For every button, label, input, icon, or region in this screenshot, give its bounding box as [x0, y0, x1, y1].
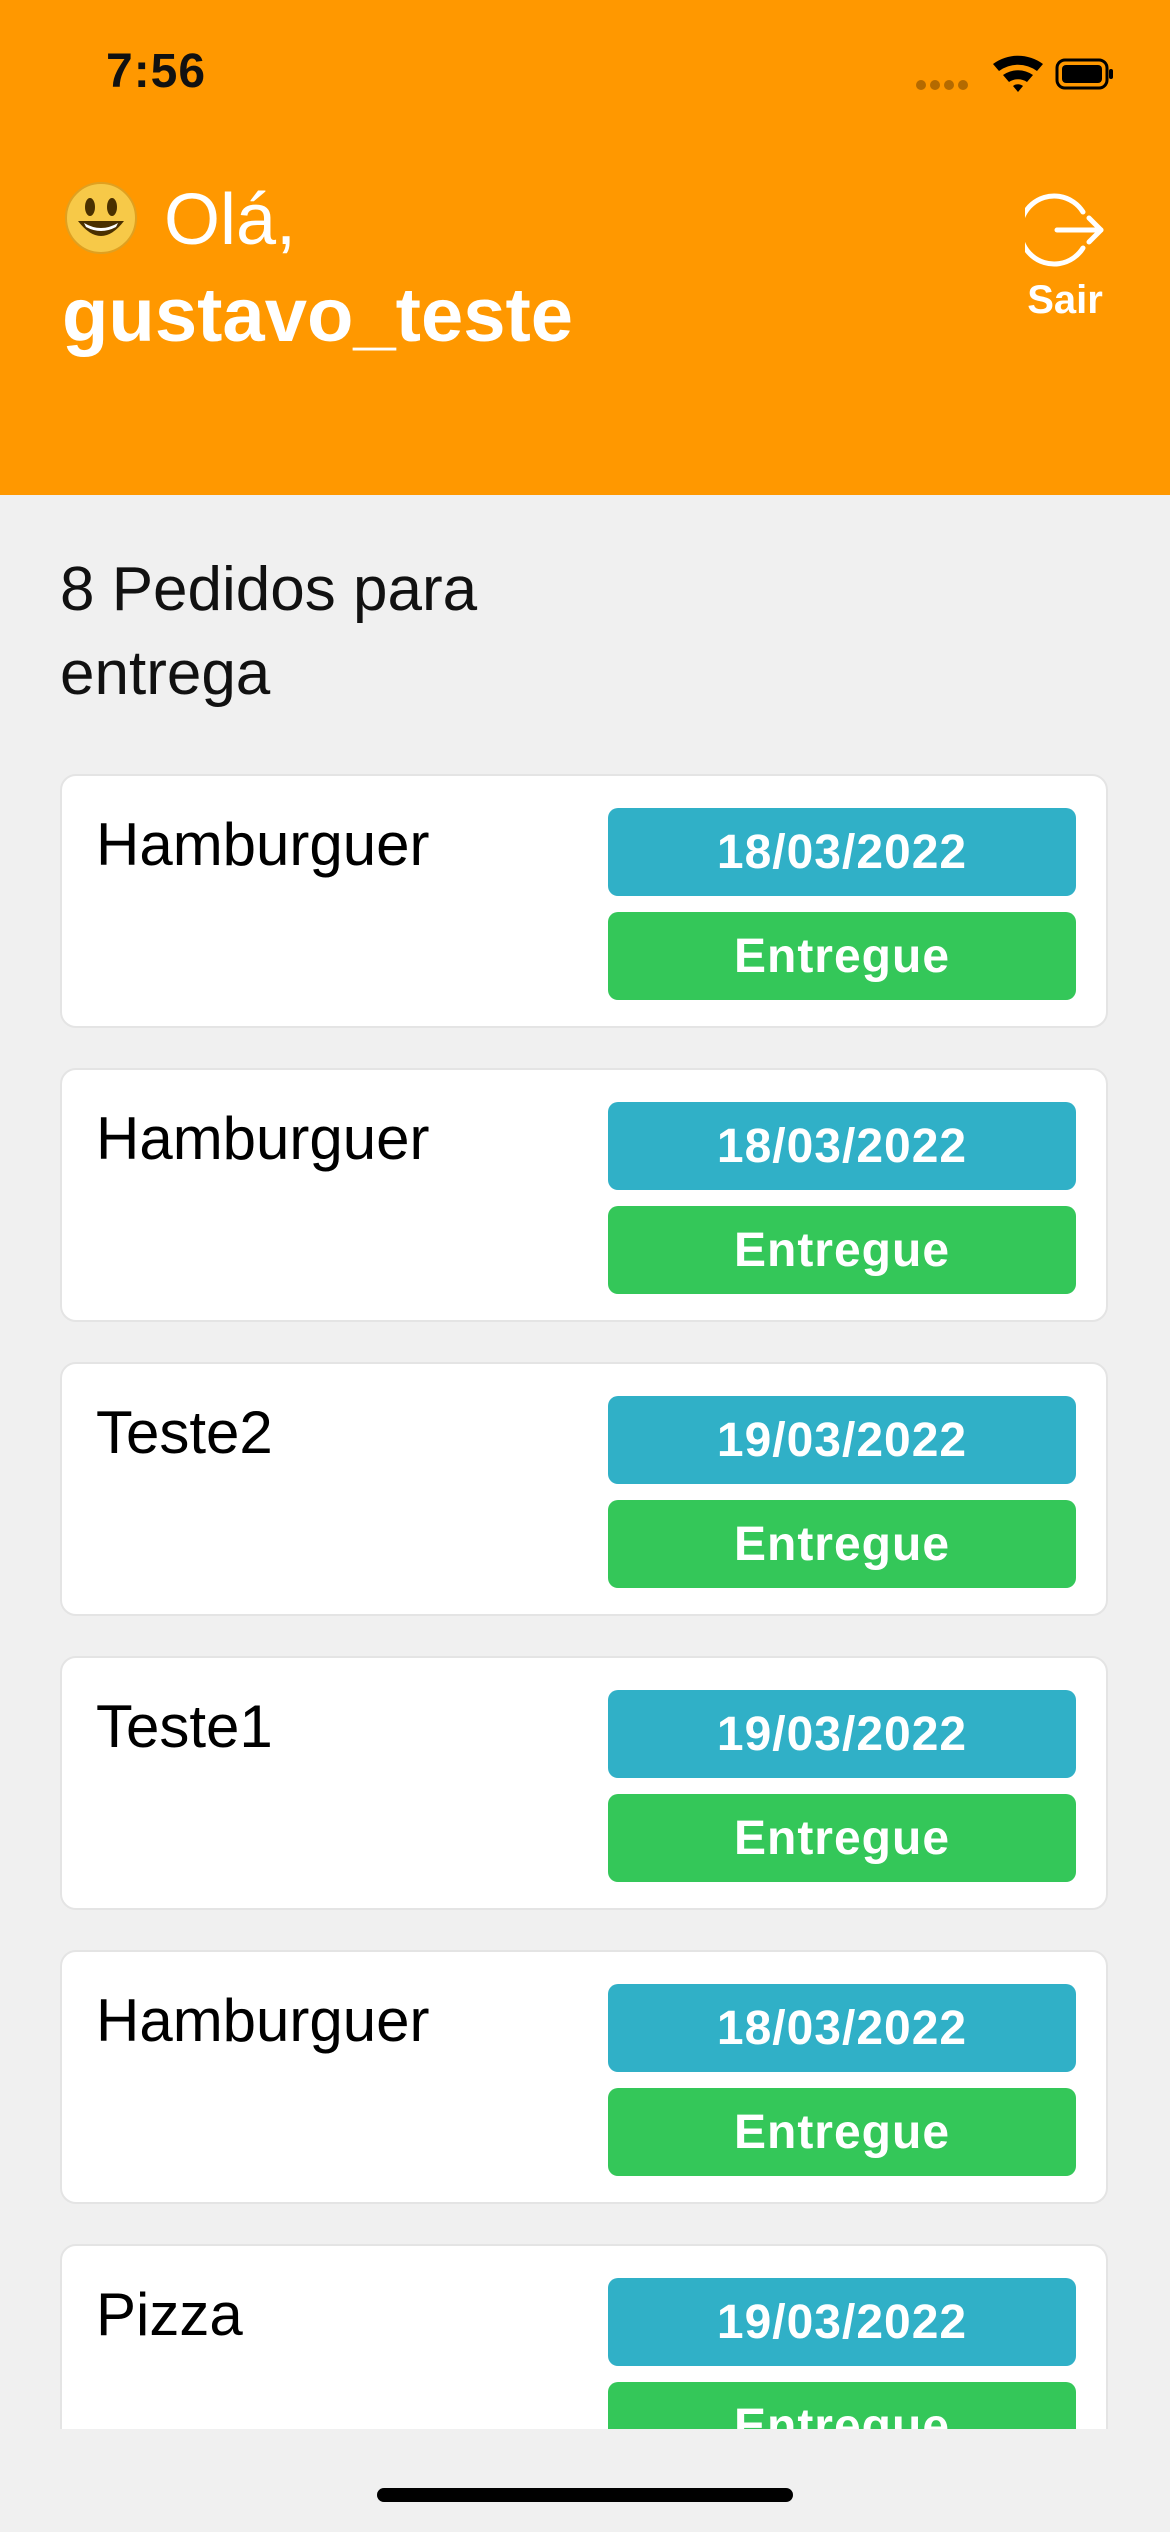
order-name: Teste2: [96, 1399, 273, 1466]
order-name: Hamburguer: [96, 1987, 430, 2054]
order-status-badge: Entregue: [608, 2088, 1076, 2176]
cellular-signal-icon: [916, 80, 968, 90]
order-card[interactable]: Hamburguer 18/03/2022 Entregue: [60, 1950, 1108, 2204]
logout-button[interactable]: Sair: [1010, 190, 1120, 323]
battery-icon: [1055, 58, 1113, 90]
logout-label: Sair: [1027, 278, 1103, 322]
order-date-badge: 19/03/2022: [608, 2278, 1076, 2366]
status-icons: [915, 50, 1115, 96]
order-status-badge: Entregue: [608, 1206, 1076, 1294]
order-name: Teste1: [96, 1693, 273, 1760]
order-date-badge: 18/03/2022: [608, 1102, 1076, 1190]
order-card[interactable]: Teste1 19/03/2022 Entregue: [60, 1656, 1108, 1910]
home-indicator[interactable]: [377, 2488, 793, 2502]
order-name: Hamburguer: [96, 811, 430, 878]
order-status-badge: Entregue: [608, 912, 1076, 1000]
order-date-badge: 18/03/2022: [608, 1984, 1076, 2072]
orders-count-title: 8 Pedidos para entrega: [60, 555, 478, 708]
order-status-badge: Entregue: [608, 1794, 1076, 1882]
greeting-text: Olá,: [164, 180, 297, 260]
order-card[interactable]: Hamburguer 18/03/2022 Entregue: [60, 1068, 1108, 1322]
order-name: Pizza: [96, 2281, 243, 2348]
order-date-badge: 19/03/2022: [608, 1396, 1076, 1484]
order-card[interactable]: Teste2 19/03/2022 Entregue: [60, 1362, 1108, 1616]
order-date-badge: 19/03/2022: [608, 1690, 1076, 1778]
smiley-emoji-icon: [65, 182, 137, 254]
status-time: 7:56: [106, 45, 207, 98]
greeting: Olá,: [64, 180, 296, 260]
wifi-icon: [993, 55, 1043, 92]
order-card[interactable]: Hamburguer 18/03/2022 Entregue: [60, 774, 1108, 1028]
order-name: Hamburguer: [96, 1105, 430, 1172]
order-status-badge: Entregue: [608, 2382, 1076, 2429]
orders-list[interactable]: Hamburguer 18/03/2022 Entregue Hamburgue…: [0, 774, 1170, 2429]
order-card[interactable]: Pizza 19/03/2022 Entregue: [60, 2244, 1108, 2429]
order-date-badge: 18/03/2022: [608, 808, 1076, 896]
order-status-badge: Entregue: [608, 1500, 1076, 1588]
header: 7:56 Olá, gustavo_teste Sair: [0, 0, 1170, 495]
username: gustavo_teste: [62, 273, 574, 358]
logout-icon: [1025, 193, 1104, 267]
